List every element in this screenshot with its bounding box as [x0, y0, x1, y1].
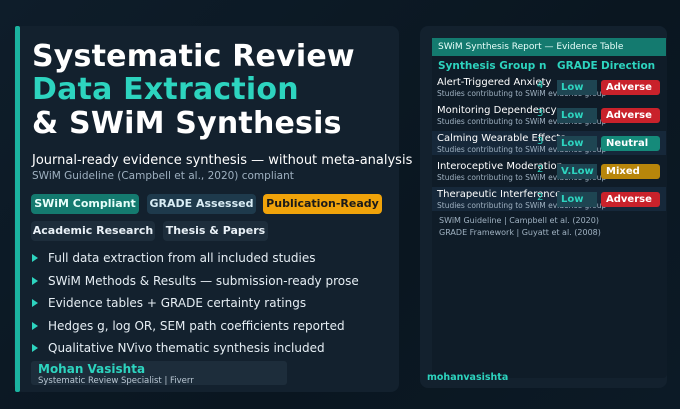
- header-n: n: [539, 60, 547, 72]
- row-group-name: Calming Wearable Effects: [437, 133, 566, 144]
- author-name: Mohan Vasishta: [38, 362, 146, 376]
- triangle-bullet-icon: [32, 254, 38, 263]
- row-group-name: Interoceptive Moderation: [437, 161, 563, 172]
- row-direction: Adverse: [601, 192, 660, 207]
- feature-list: Full data extraction from all included s…: [32, 247, 359, 360]
- header-synthesis-group: Synthesis Group: [438, 60, 536, 72]
- row-grade: Low: [557, 192, 597, 207]
- badge-publication-ready: Publication-Ready: [263, 194, 382, 214]
- feature-text: Full data extraction from all included s…: [48, 251, 316, 266]
- footer-handle: mohanvasishta: [427, 372, 509, 383]
- feature-item: SWiM Methods & Results — submission-read…: [32, 270, 359, 293]
- row-grade: Low: [557, 80, 597, 95]
- feature-item: Full data extraction from all included s…: [32, 247, 359, 270]
- feature-item: Hedges g, log OR, SEM path coefficients …: [32, 315, 359, 338]
- triangle-bullet-icon: [32, 321, 38, 330]
- badge-thesis-papers: Thesis & Papers: [163, 221, 268, 241]
- row-n: 2: [537, 164, 544, 175]
- title-line-2: Data Extraction: [32, 72, 299, 107]
- badge-grade-assessed: GRADE Assessed: [147, 194, 256, 214]
- badge-academic-research: Academic Research: [31, 221, 155, 241]
- triangle-bullet-icon: [32, 299, 38, 308]
- row-direction: Mixed: [601, 164, 660, 179]
- feature-text: Qualitative NVivo thematic synthesis inc…: [48, 341, 325, 356]
- row-direction: Adverse: [601, 108, 660, 123]
- row-direction: Neutral: [601, 136, 660, 151]
- title-line-3: & SWiM Synthesis: [32, 106, 342, 141]
- row-n: 4: [537, 80, 544, 91]
- table-row: Alert-Triggered Anxiety Studies contribu…: [432, 75, 666, 99]
- header-grade: GRADE: [557, 60, 598, 72]
- table-row: Therapeutic Interference Studies contrib…: [432, 187, 666, 211]
- badge-swim-compliant: SWiM Compliant: [31, 194, 139, 214]
- feature-text: SWiM Methods & Results — submission-read…: [48, 273, 359, 288]
- row-grade: V.Low: [557, 164, 597, 179]
- triangle-bullet-icon: [32, 344, 38, 353]
- row-n: 3: [537, 136, 544, 147]
- accent-bar: [15, 26, 20, 392]
- title-line-1: Systematic Review: [32, 39, 355, 74]
- table-row: Calming Wearable Effects Studies contrib…: [432, 131, 666, 155]
- feature-text: Hedges g, log OR, SEM path coefficients …: [48, 318, 345, 333]
- reference-grade: GRADE Framework | Guyatt et al. (2008): [439, 228, 601, 237]
- report-title: SWiM Synthesis Report — Evidence Table: [438, 42, 624, 52]
- reference-swim: SWiM Guideline | Campbell et al. (2020): [439, 216, 599, 225]
- row-n: 3: [537, 108, 544, 119]
- guideline-note: SWiM Guideline (Campbell et al., 2020) c…: [32, 170, 294, 182]
- header-direction: Direction: [601, 60, 656, 72]
- feature-item: Qualitative NVivo thematic synthesis inc…: [32, 337, 359, 360]
- row-group-name: Alert-Triggered Anxiety: [437, 77, 552, 88]
- triangle-bullet-icon: [32, 276, 38, 285]
- subtitle: Journal-ready evidence synthesis — witho…: [32, 153, 413, 168]
- table-row: Monitoring Dependency Studies contributi…: [432, 103, 666, 127]
- feature-text: Evidence tables + GRADE certainty rating…: [48, 296, 307, 311]
- row-grade: Low: [557, 136, 597, 151]
- feature-item: Evidence tables + GRADE certainty rating…: [32, 292, 359, 315]
- row-grade: Low: [557, 108, 597, 123]
- author-role: Systematic Review Specialist | Fiverr: [38, 376, 194, 386]
- row-direction: Adverse: [601, 80, 660, 95]
- table-row: Interoceptive Moderation Studies contrib…: [432, 159, 666, 183]
- row-n: 2: [537, 192, 544, 203]
